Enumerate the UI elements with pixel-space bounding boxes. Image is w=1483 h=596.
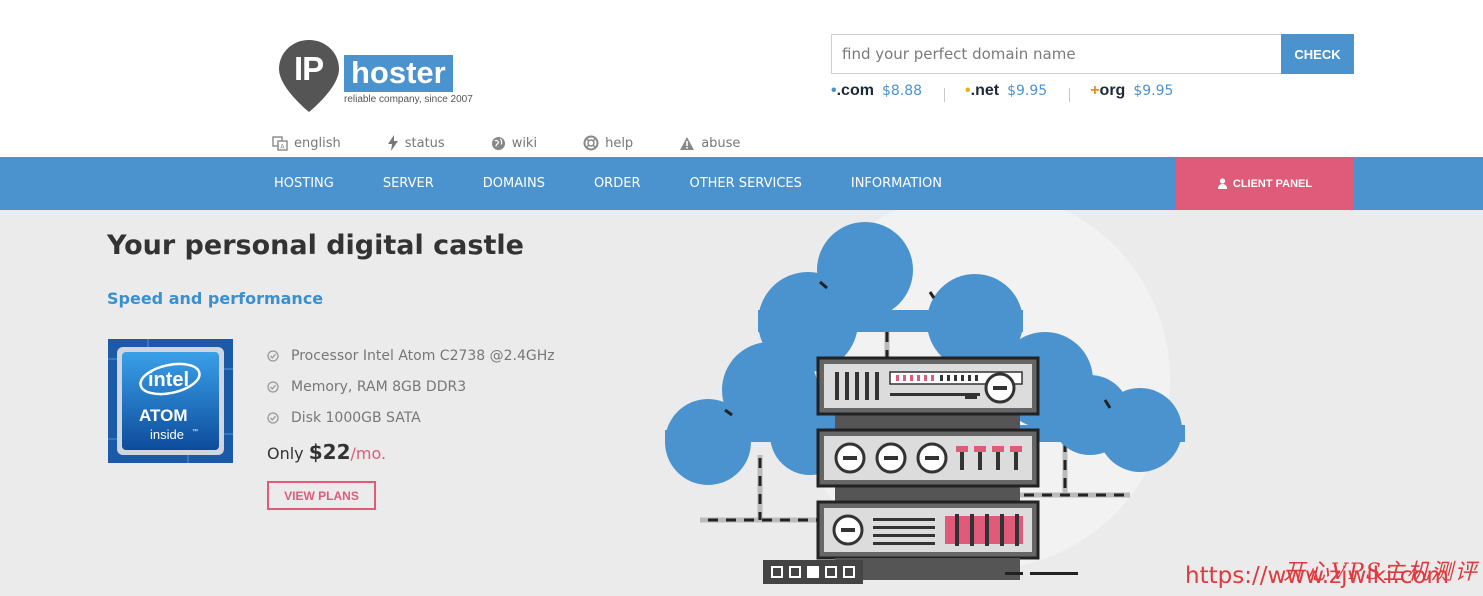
tld-price-list: •.com $8.88 •.net $9.95 +org $9.95: [831, 80, 1173, 102]
intel-atom-badge: intel ATOM inside ™: [108, 339, 233, 463]
slider-dot-1[interactable]: [771, 566, 783, 578]
util-label: abuse: [701, 135, 741, 151]
tld-name: •.net: [965, 82, 1000, 99]
util-item-help[interactable]: help: [583, 135, 633, 151]
hero-title: Your personal digital castle: [107, 230, 524, 261]
util-label: wiki: [511, 135, 538, 151]
nav-item-domains[interactable]: DOMAINS: [483, 176, 545, 191]
warning-icon: [680, 136, 695, 150]
divider: [944, 88, 946, 102]
feature-item: Disk 1000GB SATA: [267, 402, 555, 433]
lifebuoy-icon: [583, 135, 599, 151]
intel-line2: inside: [150, 427, 184, 442]
nav-item-server[interactable]: SERVER: [383, 176, 434, 191]
main-nav: HOSTING SERVER DOMAINS ORDER OTHER SERVI…: [0, 157, 1483, 210]
price-prefix: Only: [267, 444, 309, 463]
intel-tm: ™: [192, 428, 198, 435]
check-circle-icon: [267, 380, 279, 393]
intel-brand: intel: [148, 369, 189, 391]
client-panel-button[interactable]: CLIENT PANEL: [1176, 157, 1354, 210]
nav-item-order[interactable]: ORDER: [594, 176, 641, 191]
intel-line1: ATOM: [139, 406, 187, 425]
tld-price: $9.95: [1007, 83, 1048, 99]
feature-item: Memory, RAM 8GB DDR3: [267, 371, 555, 402]
tld-net[interactable]: •.net $9.95: [965, 82, 1047, 100]
slider-dot-2[interactable]: [789, 566, 801, 578]
site-logo[interactable]: IP hoster reliable company, since 2007: [277, 38, 477, 118]
util-label: help: [605, 135, 634, 151]
tld-price: $9.95: [1133, 83, 1174, 99]
util-label: english: [294, 135, 341, 151]
tld-com[interactable]: •.com $8.88: [831, 82, 922, 100]
check-circle-icon: [267, 411, 279, 424]
util-item-wiki[interactable]: wiki: [491, 135, 537, 151]
server-cloud-illustration: [665, 210, 1185, 580]
feature-item: Processor Intel Atom C2738 @2.4GHz: [267, 340, 555, 371]
main-nav-items: HOSTING SERVER DOMAINS ORDER OTHER SERVI…: [274, 157, 991, 210]
slider-dot-3[interactable]: [807, 566, 819, 578]
check-circle-icon: [267, 349, 279, 362]
view-plans-button[interactable]: VIEW PLANS: [267, 481, 376, 510]
utility-nav: A english status wiki help abuse: [272, 135, 786, 151]
nav-item-other-services[interactable]: OTHER SERVICES: [689, 176, 801, 191]
tld-price: $8.88: [881, 83, 923, 99]
slider-pagination: [763, 560, 863, 584]
tld-org[interactable]: +org $9.95: [1090, 82, 1173, 100]
util-label: status: [404, 135, 445, 151]
util-item-abuse[interactable]: abuse: [679, 135, 740, 151]
nav-item-hosting[interactable]: HOSTING: [274, 176, 334, 191]
tld-name: +org: [1090, 82, 1126, 99]
logo-wordmark: hoster: [344, 55, 453, 92]
price-unit: /mo.: [350, 444, 387, 463]
nav-item-information[interactable]: INFORMATION: [851, 176, 942, 191]
logo-tagline: reliable company, since 2007: [344, 94, 473, 105]
client-panel-label: CLIENT PANEL: [1232, 177, 1313, 190]
language-icon: A: [272, 136, 288, 151]
slider-dot-5[interactable]: [843, 566, 855, 578]
price-line: Only $22/mo.: [267, 440, 386, 464]
globe-icon: [491, 136, 505, 150]
check-button[interactable]: CHECK: [1281, 34, 1354, 74]
tld-name: •.com: [831, 82, 874, 99]
feature-list: Processor Intel Atom C2738 @2.4GHz Memor…: [267, 340, 555, 433]
domain-search-input[interactable]: [831, 34, 1282, 74]
util-item-status[interactable]: status: [387, 135, 445, 151]
util-item-english[interactable]: A english: [272, 135, 341, 151]
hero-slider: Your personal digital castle Speed and p…: [0, 210, 1483, 596]
price-amount: $22: [308, 440, 351, 464]
divider: [1069, 88, 1071, 102]
watermark-url: https://www.zjwiki.com: [1185, 563, 1449, 589]
user-icon: [1217, 178, 1227, 189]
slider-dot-4[interactable]: [825, 566, 837, 578]
bolt-icon: [387, 135, 398, 151]
hero-subtitle: Speed and performance: [107, 289, 324, 308]
logo-ip-text: IP: [294, 50, 324, 87]
